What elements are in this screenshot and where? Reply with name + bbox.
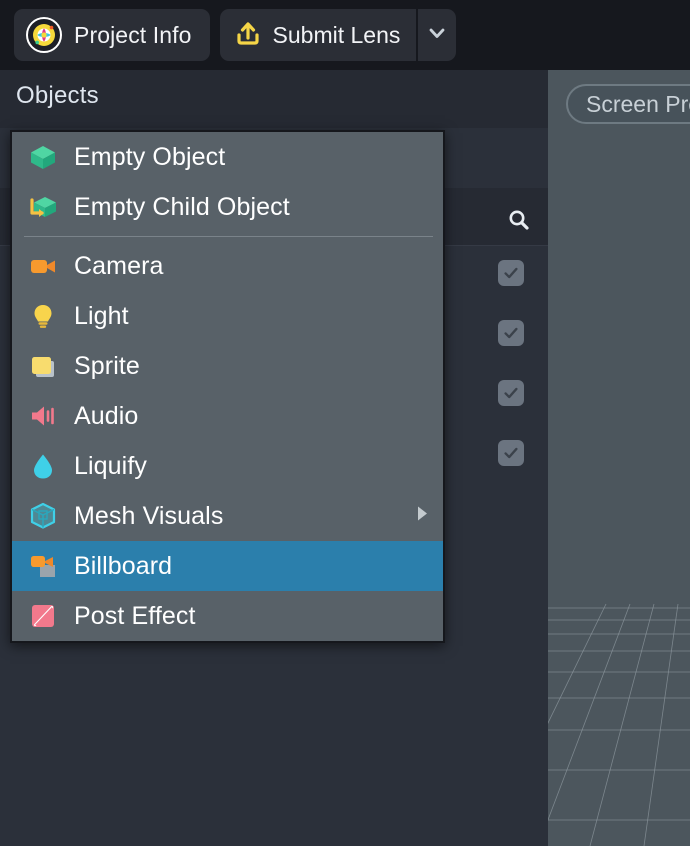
liquify-droplet-icon (34, 454, 52, 479)
post-effect-icon (32, 605, 54, 627)
menu-item-light[interactable]: Light (12, 291, 443, 341)
visibility-checkbox[interactable] (498, 260, 524, 286)
objects-panel-header: Objects (0, 70, 548, 128)
camera-icon (31, 260, 55, 273)
light-bulb-icon (34, 305, 52, 328)
add-object-context-menu[interactable]: Empty Object Empty Child Object Camera L… (10, 130, 445, 643)
visibility-checkbox[interactable] (498, 440, 524, 466)
menu-item-mesh-visuals[interactable]: Mesh Visuals (12, 491, 443, 541)
menu-separator (24, 236, 433, 237)
lens-studio-logo-icon (26, 17, 62, 53)
visibility-checkbox[interactable] (498, 380, 524, 406)
menu-item-label: Liquify (74, 451, 147, 480)
screen-preview-label: Screen Preview (586, 90, 690, 117)
menu-item-label: Mesh Visuals (74, 501, 224, 530)
menu-item-label: Light (74, 301, 129, 330)
menu-item-camera[interactable]: Camera (12, 241, 443, 291)
check-icon (504, 447, 518, 459)
perspective-grid (548, 603, 690, 846)
menu-item-liquify[interactable]: Liquify (12, 441, 443, 491)
menu-item-label: Camera (74, 251, 164, 280)
menu-item-label: Post Effect (74, 601, 196, 630)
menu-item-label: Audio (74, 401, 139, 430)
page-title: Objects (16, 82, 99, 109)
visibility-checkbox[interactable] (498, 320, 524, 346)
upload-icon (234, 19, 262, 52)
menu-item-label: Empty Child Object (74, 192, 290, 221)
menu-item-billboard[interactable]: Billboard (12, 541, 443, 591)
caret-right-icon (415, 505, 429, 528)
check-icon (504, 387, 518, 399)
project-info-button[interactable]: Project Info (14, 9, 210, 61)
audio-speaker-icon (32, 406, 54, 426)
submit-lens-label: Submit Lens (272, 21, 401, 48)
scene-viewport[interactable]: Screen Preview (548, 70, 690, 846)
menu-item-label: Empty Object (74, 142, 226, 171)
top-toolbar: Project Info Submit Lens (0, 0, 690, 70)
menu-item-sprite[interactable]: Sprite (12, 341, 443, 391)
sprite-icon (32, 357, 54, 377)
submit-lens-button[interactable]: Submit Lens (219, 9, 417, 61)
screen-preview-pill[interactable]: Screen Preview (566, 84, 690, 124)
menu-item-label: Billboard (74, 551, 173, 580)
project-info-label: Project Info (74, 21, 192, 48)
billboard-icon (31, 556, 55, 577)
menu-item-label: Sprite (74, 351, 140, 380)
check-icon (504, 327, 518, 339)
empty-object-icon (31, 146, 55, 169)
check-icon (504, 267, 518, 279)
mesh-cube-icon (30, 502, 56, 529)
menu-item-audio[interactable]: Audio (12, 391, 443, 441)
submit-lens-group: Submit Lens (219, 9, 457, 61)
empty-child-object-icon (30, 197, 56, 217)
menu-item-empty-child-object[interactable]: Empty Child Object (12, 182, 443, 232)
submit-lens-dropdown-button[interactable] (418, 9, 457, 61)
search-icon[interactable] (505, 206, 533, 234)
chevron-down-icon (427, 23, 447, 48)
menu-item-post-effect[interactable]: Post Effect (12, 591, 443, 641)
menu-item-empty-object[interactable]: Empty Object (12, 132, 443, 182)
